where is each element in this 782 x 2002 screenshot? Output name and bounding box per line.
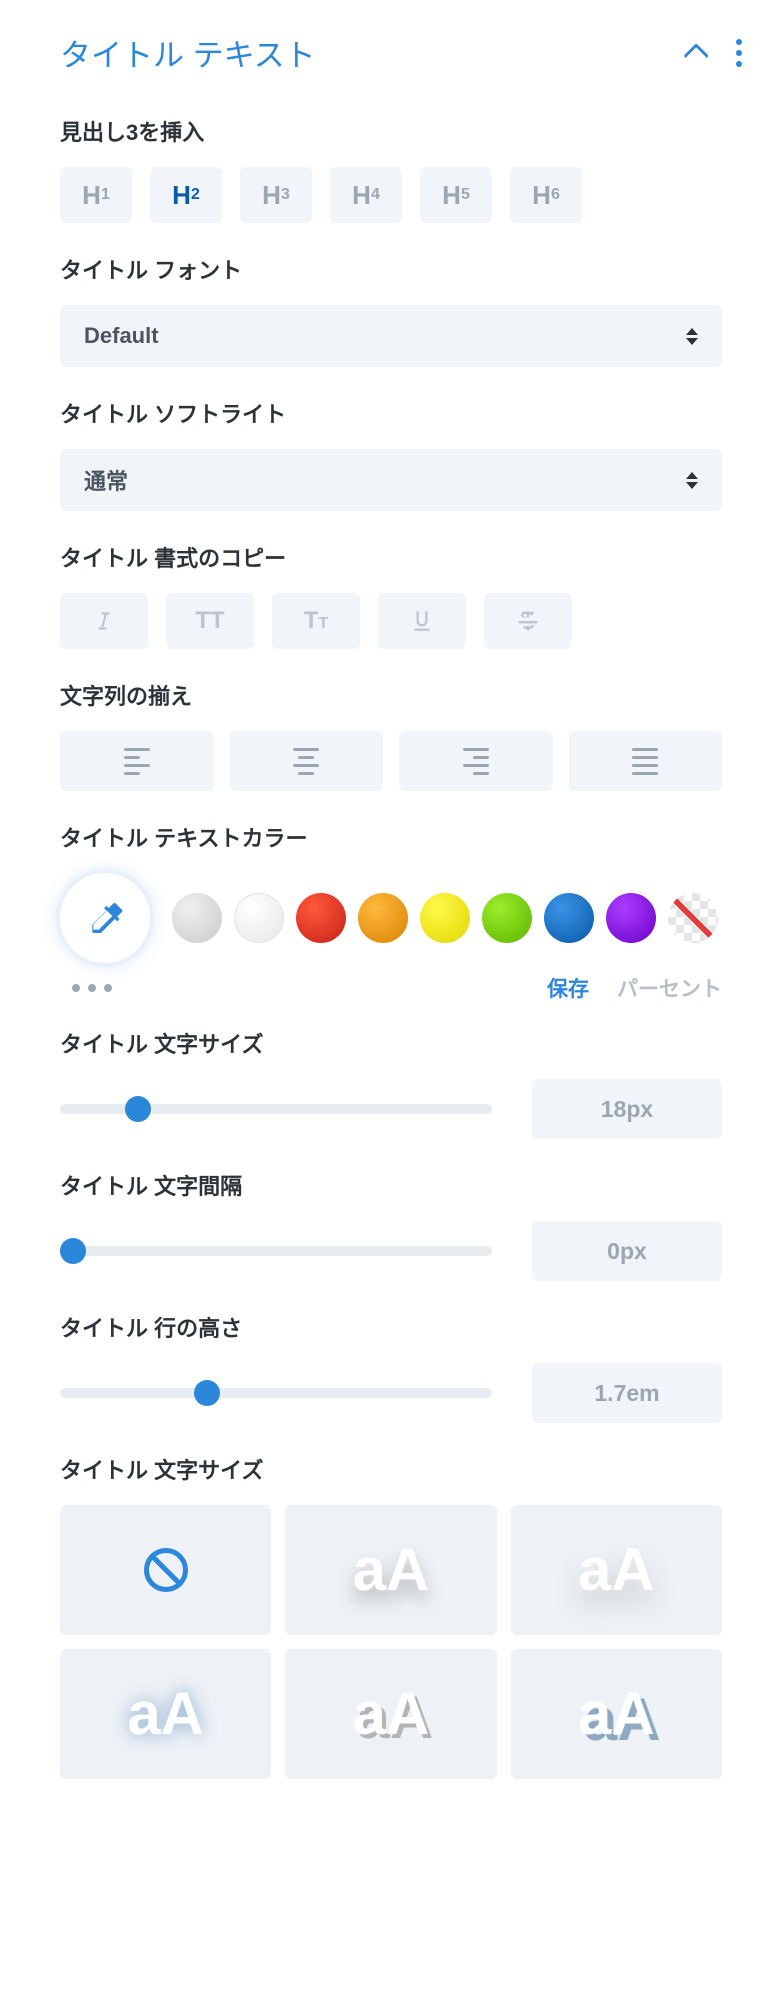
- color-sub-row: 保存 パーセント: [0, 971, 782, 1007]
- eyedropper-icon: [85, 898, 125, 938]
- text-size-label: タイトル 文字サイズ: [60, 1027, 722, 1059]
- shadow-preset-3[interactable]: aA: [60, 1649, 271, 1779]
- select-arrows-icon: [686, 472, 698, 489]
- shadow-sample: aA: [353, 1540, 430, 1600]
- heading-h1[interactable]: H1: [60, 167, 132, 223]
- text-size-row: 18px: [60, 1079, 722, 1139]
- text-size-section: タイトル 文字サイズ 18px: [0, 1007, 782, 1149]
- color-row: [60, 873, 722, 971]
- align-section: 文字列の揃え: [0, 659, 782, 801]
- letter-spacing-label: タイトル 文字間隔: [60, 1169, 722, 1201]
- shadow-sample: aA: [127, 1684, 204, 1744]
- shadow-preset-4[interactable]: aA: [285, 1649, 496, 1779]
- color-picker-button[interactable]: [60, 873, 150, 963]
- swatch-transparent[interactable]: [668, 893, 718, 943]
- text-shadow-label: タイトル 文字サイズ: [60, 1453, 722, 1485]
- format-section: タイトル 書式のコピー TT TT: [0, 521, 782, 659]
- strikethrough-icon: [514, 607, 542, 635]
- shadow-preset-1[interactable]: aA: [285, 1505, 496, 1635]
- italic-icon: [91, 608, 117, 634]
- percent-link[interactable]: パーセント: [617, 973, 722, 1003]
- swatch-blue[interactable]: [544, 893, 594, 943]
- softlight-section: タイトル ソフトライト 通常: [0, 377, 782, 521]
- align-center-button[interactable]: [230, 731, 384, 791]
- line-height-row: 1.7em: [60, 1363, 722, 1423]
- text-shadow-grid: aA aA aA aA aA: [60, 1505, 722, 1779]
- heading-h3[interactable]: H3: [240, 167, 312, 223]
- font-select[interactable]: Default: [60, 305, 722, 367]
- heading-h6[interactable]: H6: [510, 167, 582, 223]
- font-value: Default: [84, 323, 159, 349]
- align-center-icon: [293, 748, 319, 775]
- color-sub-links: 保存 パーセント: [547, 973, 722, 1003]
- letter-spacing-slider[interactable]: [60, 1240, 492, 1262]
- softlight-value: 通常: [84, 464, 128, 496]
- softlight-label: タイトル ソフトライト: [60, 397, 722, 429]
- shadow-sample: aA: [578, 1540, 655, 1600]
- swatch-yellow[interactable]: [420, 893, 470, 943]
- swatch-purple[interactable]: [606, 893, 656, 943]
- heading-section: 見出し3を挿入 H1 H2 H3 H4 H5 H6: [0, 95, 782, 233]
- color-section: タイトル テキストカラー: [0, 801, 782, 971]
- none-icon: [144, 1548, 188, 1592]
- save-link[interactable]: 保存: [547, 973, 589, 1003]
- more-menu-icon[interactable]: [736, 39, 742, 67]
- underline-icon: [409, 608, 435, 634]
- align-justify-icon: [632, 748, 658, 775]
- swatch-white[interactable]: [234, 893, 284, 943]
- format-row: TT TT: [60, 593, 722, 649]
- align-right-icon: [463, 748, 489, 775]
- heading-h5[interactable]: H5: [420, 167, 492, 223]
- uppercase-icon: TT: [195, 607, 224, 635]
- heading-h4[interactable]: H4: [330, 167, 402, 223]
- letter-spacing-section: タイトル 文字間隔 0px: [0, 1149, 782, 1291]
- align-right-button[interactable]: [399, 731, 553, 791]
- swatch-green[interactable]: [482, 893, 532, 943]
- text-size-slider[interactable]: [60, 1098, 492, 1120]
- font-section: タイトル フォント Default: [0, 233, 782, 377]
- align-justify-button[interactable]: [569, 731, 723, 791]
- collapse-icon[interactable]: [683, 43, 708, 68]
- italic-button[interactable]: [60, 593, 148, 649]
- align-left-icon: [124, 748, 150, 775]
- header-actions: [690, 39, 742, 67]
- format-label: タイトル 書式のコピー: [60, 541, 722, 573]
- strikethrough-button[interactable]: [484, 593, 572, 649]
- smallcaps-button[interactable]: TT: [272, 593, 360, 649]
- underline-button[interactable]: [378, 593, 466, 649]
- shadow-preset-2[interactable]: aA: [511, 1505, 722, 1635]
- text-size-value[interactable]: 18px: [532, 1079, 722, 1139]
- panel-header: タイトル テキスト: [0, 0, 782, 95]
- swatch-grey[interactable]: [172, 893, 222, 943]
- line-height-section: タイトル 行の高さ 1.7em: [0, 1291, 782, 1433]
- align-row: [60, 731, 722, 791]
- softlight-select[interactable]: 通常: [60, 449, 722, 511]
- title-text-panel: タイトル テキスト 見出し3を挿入 H1 H2 H3 H4 H5 H6 タイトル…: [0, 0, 782, 1789]
- font-label: タイトル フォント: [60, 253, 722, 285]
- heading-h2[interactable]: H2: [150, 167, 222, 223]
- shadow-preset-5[interactable]: aA: [511, 1649, 722, 1779]
- line-height-label: タイトル 行の高さ: [60, 1311, 722, 1343]
- shadow-sample: aA: [578, 1684, 655, 1744]
- color-label: タイトル テキストカラー: [60, 821, 722, 853]
- align-label: 文字列の揃え: [60, 679, 722, 711]
- shadow-none-tile[interactable]: [60, 1505, 271, 1635]
- swatch-red[interactable]: [296, 893, 346, 943]
- panel-title: タイトル テキスト: [60, 30, 316, 75]
- shadow-sample: aA: [353, 1684, 430, 1744]
- letter-spacing-value[interactable]: 0px: [532, 1221, 722, 1281]
- letter-spacing-row: 0px: [60, 1221, 722, 1281]
- line-height-slider[interactable]: [60, 1382, 492, 1404]
- heading-row: H1 H2 H3 H4 H5 H6: [60, 167, 722, 223]
- line-height-value[interactable]: 1.7em: [532, 1363, 722, 1423]
- text-shadow-section: タイトル 文字サイズ aA aA aA aA aA: [0, 1433, 782, 1789]
- uppercase-button[interactable]: TT: [166, 593, 254, 649]
- align-left-button[interactable]: [60, 731, 214, 791]
- select-arrows-icon: [686, 328, 698, 345]
- swatch-orange[interactable]: [358, 893, 408, 943]
- more-swatches-icon[interactable]: [72, 984, 112, 992]
- heading-label: 見出し3を挿入: [60, 115, 722, 147]
- smallcaps-icon: TT: [304, 607, 328, 635]
